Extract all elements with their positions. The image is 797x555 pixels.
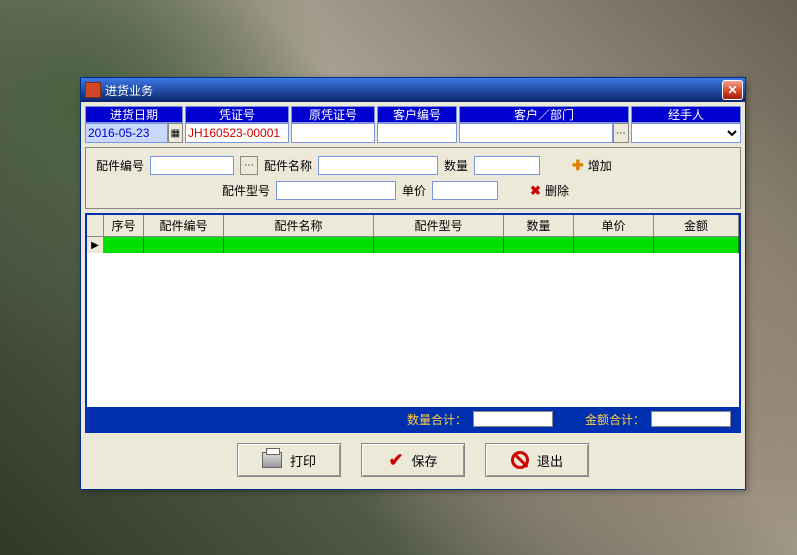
app-icon	[85, 82, 101, 98]
save-label: 保存	[412, 451, 438, 470]
printer-icon	[262, 452, 282, 468]
cell[interactable]	[144, 237, 224, 253]
purchase-window: 进货业务 ✕ 进货日期 ▦ 凭证号 原凭证号 客户编号	[80, 77, 746, 490]
window-title: 进货业务	[105, 82, 722, 99]
add-label: 增加	[588, 157, 612, 174]
row-indicator: ▶	[87, 237, 104, 253]
part-no-input[interactable]	[150, 156, 234, 175]
col-seq[interactable]: 序号	[104, 215, 144, 236]
col-amount[interactable]: 金额	[654, 215, 739, 236]
part-name-input[interactable]	[318, 156, 438, 175]
orig-voucher-input[interactable]	[291, 123, 375, 143]
handler-label: 经手人	[631, 106, 741, 123]
cell[interactable]	[504, 237, 574, 253]
picker-icon: ⋯	[616, 128, 626, 139]
grid-body[interactable]: ▶	[87, 237, 739, 407]
close-icon: ✕	[727, 83, 737, 97]
cell[interactable]	[654, 237, 739, 253]
row-selector-head	[87, 215, 104, 236]
totals-bar: 数量合计： 金额合计：	[87, 407, 739, 431]
price-input[interactable]	[432, 181, 498, 200]
customer-dept-label: 客户／部门	[459, 106, 629, 123]
date-input[interactable]	[85, 123, 168, 143]
x-icon: ✖	[530, 183, 541, 199]
qty-total-value[interactable]	[473, 411, 553, 427]
model-input[interactable]	[276, 181, 396, 200]
handler-select[interactable]	[631, 123, 741, 143]
print-button[interactable]: 打印	[237, 443, 341, 477]
picker-icon: ⋯	[244, 160, 254, 171]
check-icon: ✔	[388, 450, 403, 471]
exit-label: 退出	[537, 451, 563, 470]
table-row[interactable]: ▶	[87, 237, 739, 253]
exit-button[interactable]: 退出	[485, 443, 589, 477]
action-bar: 打印 ✔ 保存 退出	[85, 433, 741, 485]
calendar-icon: ▦	[171, 128, 180, 139]
amt-total-value[interactable]	[651, 411, 731, 427]
voucher-label: 凭证号	[185, 106, 289, 123]
plus-icon: ✚	[572, 157, 584, 174]
print-label: 打印	[290, 451, 316, 470]
orig-voucher-label: 原凭证号	[291, 106, 375, 123]
price-label: 单价	[402, 182, 426, 199]
col-partno[interactable]: 配件编号	[144, 215, 224, 236]
cell[interactable]	[574, 237, 654, 253]
col-model[interactable]: 配件型号	[374, 215, 504, 236]
close-button[interactable]: ✕	[722, 80, 743, 100]
entry-panel: 配件编号 ⋯ 配件名称 数量 ✚ 增加 配件型号 单价	[85, 147, 741, 209]
amt-total-label: 金额合计：	[585, 411, 645, 428]
titlebar: 进货业务 ✕	[81, 78, 745, 102]
delete-button[interactable]: ✖ 删除	[530, 182, 569, 199]
customer-dept-input[interactable]	[459, 123, 613, 143]
delete-label: 删除	[545, 182, 569, 199]
part-name-label: 配件名称	[264, 157, 312, 174]
part-no-label: 配件编号	[96, 157, 144, 174]
customer-no-label: 客户编号	[377, 106, 457, 123]
qty-total-label: 数量合计：	[407, 411, 467, 428]
col-qty[interactable]: 数量	[504, 215, 574, 236]
col-price[interactable]: 单价	[574, 215, 654, 236]
customer-picker-button[interactable]: ⋯	[613, 123, 629, 143]
model-label: 配件型号	[222, 182, 270, 199]
header-fields: 进货日期 ▦ 凭证号 原凭证号 客户编号 客户／部门	[85, 106, 741, 143]
cell[interactable]	[104, 237, 144, 253]
date-label: 进货日期	[85, 106, 183, 123]
col-partname[interactable]: 配件名称	[224, 215, 374, 236]
customer-no-input[interactable]	[377, 123, 457, 143]
part-picker-button[interactable]: ⋯	[240, 156, 258, 175]
grid-header: 序号 配件编号 配件名称 配件型号 数量 单价 金额	[87, 215, 739, 237]
save-button[interactable]: ✔ 保存	[361, 443, 465, 477]
stop-icon	[511, 451, 529, 469]
add-button[interactable]: ✚ 增加	[572, 157, 612, 174]
data-grid: 序号 配件编号 配件名称 配件型号 数量 单价 金额 ▶	[85, 213, 741, 433]
qty-input[interactable]	[474, 156, 540, 175]
voucher-input[interactable]	[185, 123, 289, 143]
cell[interactable]	[374, 237, 504, 253]
qty-label: 数量	[444, 157, 468, 174]
calendar-button[interactable]: ▦	[168, 123, 183, 143]
cell[interactable]	[224, 237, 374, 253]
